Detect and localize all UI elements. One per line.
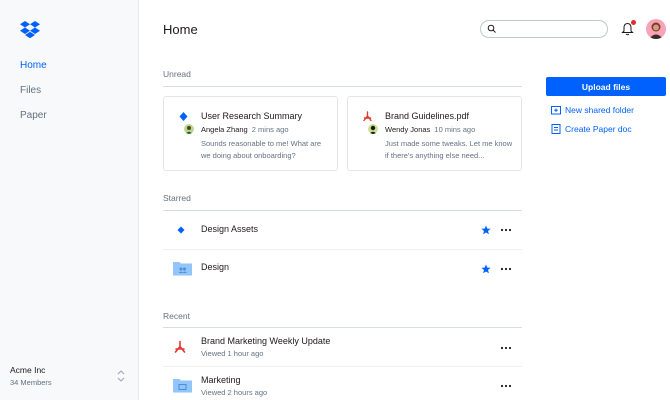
paper-doc-icon	[177, 226, 185, 234]
paper-doc-icon	[179, 112, 188, 121]
file-viewed-time: Viewed 1 hour ago	[201, 349, 264, 358]
recent-row[interactable]: Brand Marketing Weekly Update Viewed 1 h…	[163, 328, 522, 366]
starred-row[interactable]: Design	[163, 249, 522, 287]
card-meta: Wendy Jonas 10 mins ago	[385, 125, 475, 134]
team-name: Acme Inc	[10, 365, 46, 375]
unread-card[interactable]: User Research Summary Angela Zhang 2 min…	[163, 96, 338, 171]
upload-files-button[interactable]: Upload files	[546, 77, 666, 96]
card-author: Wendy Jonas	[385, 125, 431, 134]
nav-files[interactable]: Files	[20, 85, 41, 96]
card-meta: Angela Zhang 2 mins ago	[201, 125, 288, 134]
more-options-icon[interactable]	[500, 267, 512, 271]
folder-icon	[173, 379, 192, 393]
card-comment: Sounds reasonable to me! What are we doi…	[201, 139, 322, 160]
more-options-icon[interactable]	[500, 346, 512, 350]
nav-home[interactable]: Home	[20, 60, 47, 71]
star-icon[interactable]	[481, 264, 491, 274]
dropbox-logo-icon[interactable]	[20, 20, 40, 38]
avatar	[184, 124, 194, 134]
card-title: User Research Summary	[201, 111, 303, 121]
page-title: Home	[163, 22, 198, 37]
shared-folder-icon	[173, 262, 192, 276]
starred-section-title: Starred	[163, 193, 191, 203]
avatar-portrait-icon	[649, 22, 663, 39]
notification-badge	[631, 20, 636, 25]
new-folder-icon	[551, 106, 561, 115]
file-viewed-time: Viewed 2 hours ago	[201, 388, 268, 397]
file-name[interactable]: Marketing	[201, 375, 241, 385]
search-input[interactable]	[499, 23, 603, 35]
card-author: Angela Zhang	[201, 125, 248, 134]
more-options-icon[interactable]	[500, 384, 512, 388]
nav-paper[interactable]: Paper	[20, 110, 47, 121]
team-members-count: 34 Members	[10, 378, 52, 387]
starred-row[interactable]: Design Assets	[163, 211, 522, 249]
create-paper-doc-label: Create Paper doc	[565, 124, 632, 134]
file-name[interactable]: Design Assets	[201, 224, 258, 234]
new-doc-icon	[551, 124, 561, 134]
avatar	[368, 124, 378, 134]
search-icon	[487, 24, 496, 33]
card-time: 2 mins ago	[251, 125, 289, 134]
star-icon[interactable]	[481, 225, 491, 235]
recent-section-title: Recent	[163, 311, 190, 321]
card-comment: Just made some tweaks. Let me know if th…	[385, 139, 513, 160]
sidebar: Home Files Paper Acme Inc 34 Members	[0, 0, 139, 400]
team-switcher[interactable]: Acme Inc 34 Members	[10, 365, 52, 387]
pdf-icon	[363, 111, 372, 122]
card-time: 10 mins ago	[434, 125, 476, 134]
more-options-icon[interactable]	[500, 228, 512, 232]
card-title: Brand Guidelines.pdf	[385, 111, 470, 121]
file-name[interactable]: Brand Marketing Weekly Update	[201, 336, 330, 346]
search-box[interactable]	[480, 20, 608, 38]
pdf-icon	[174, 340, 186, 353]
new-shared-folder-label: New shared folder	[565, 105, 634, 115]
recent-row[interactable]: Marketing Viewed 2 hours ago	[163, 366, 522, 400]
unread-card[interactable]: Brand Guidelines.pdf Wendy Jonas 10 mins…	[347, 96, 522, 171]
user-avatar[interactable]	[646, 19, 666, 39]
section-divider	[163, 86, 522, 87]
file-name[interactable]: Design	[201, 262, 229, 272]
chevron-up-down-icon[interactable]	[116, 369, 126, 383]
unread-section-title: Unread	[163, 69, 191, 79]
